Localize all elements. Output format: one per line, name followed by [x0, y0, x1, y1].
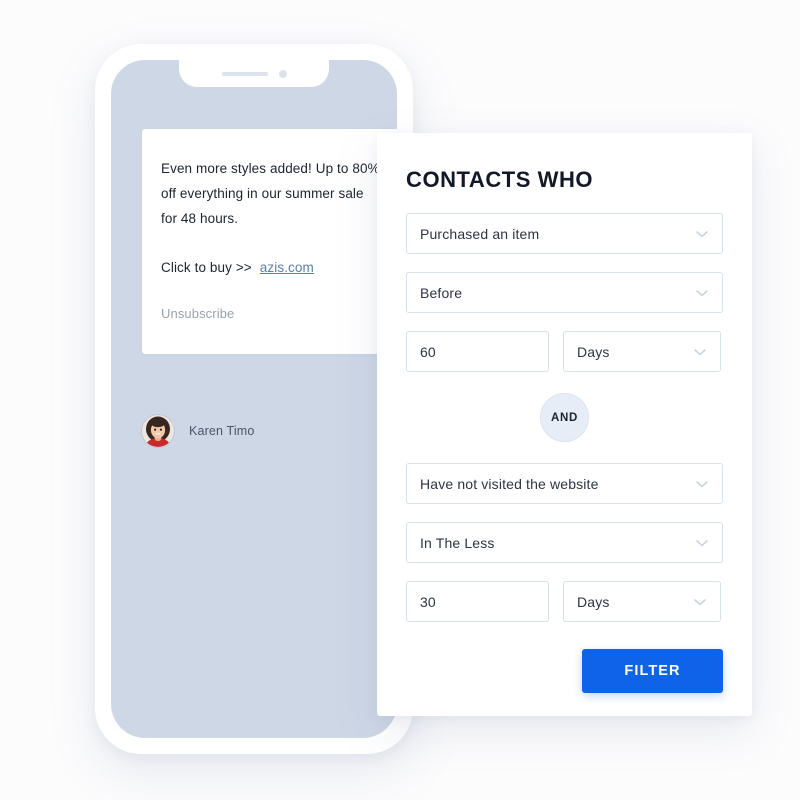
- front-camera-icon: [278, 69, 287, 78]
- condition-two-event-value: Have not visited the website: [420, 475, 599, 492]
- call-to-action: Click to buy >> azis.com: [161, 257, 397, 279]
- cta-label: Click to buy >>: [161, 260, 252, 275]
- logic-connector: AND: [406, 393, 723, 442]
- condition-one-event-value: Purchased an item: [420, 225, 540, 242]
- chevron-down-icon: [692, 344, 708, 360]
- condition-one-unit-value: Days: [577, 343, 610, 360]
- condition-two-amount-value: 30: [420, 593, 436, 610]
- cta-link[interactable]: azis.com: [260, 260, 314, 275]
- condition-one-unit-select[interactable]: Days: [563, 331, 721, 372]
- condition-one-amount-input[interactable]: 60: [406, 331, 549, 372]
- condition-one-duration-row: 60 Days: [406, 331, 723, 372]
- message-line-2: off everything in our summer sale: [161, 186, 364, 201]
- condition-two-amount-input[interactable]: 30: [406, 581, 549, 622]
- message-line-1: Even more styles added! Up to 80%: [161, 161, 380, 176]
- chevron-down-icon: [694, 476, 710, 492]
- condition-two-duration-row: 30 Days: [406, 581, 723, 622]
- avatar: [142, 415, 174, 447]
- condition-one-amount-value: 60: [420, 343, 436, 360]
- condition-two-operator-value: In The Less: [420, 534, 495, 551]
- scene: Even more styles added! Up to 80% off ev…: [0, 0, 800, 800]
- sender-name: Karen Timo: [189, 424, 255, 438]
- panel-actions: FILTER: [406, 649, 723, 693]
- message-line-3: for 48 hours.: [161, 211, 239, 226]
- unsubscribe-link[interactable]: Unsubscribe: [161, 306, 397, 321]
- sender-row: Karen Timo: [142, 415, 254, 447]
- page-title: CONTACTS WHO: [406, 167, 594, 192]
- condition-one-operator-select[interactable]: Before: [406, 272, 723, 313]
- chevron-down-icon: [694, 285, 710, 301]
- condition-two-unit-value: Days: [577, 593, 610, 610]
- phone-mockup: Even more styles added! Up to 80% off ev…: [95, 44, 413, 754]
- chevron-down-icon: [692, 594, 708, 610]
- and-badge[interactable]: AND: [540, 393, 589, 442]
- condition-one-event-select[interactable]: Purchased an item: [406, 213, 723, 254]
- filter-button[interactable]: FILTER: [582, 649, 723, 693]
- condition-two-unit-select[interactable]: Days: [563, 581, 721, 622]
- chevron-down-icon: [694, 226, 710, 242]
- speaker-grille-icon: [221, 71, 268, 76]
- condition-two-operator-select[interactable]: In The Less: [406, 522, 723, 563]
- contacts-filter-panel: CONTACTS WHO Purchased an item Before 60…: [377, 133, 752, 716]
- phone-screen: Even more styles added! Up to 80% off ev…: [111, 60, 397, 738]
- phone-notch: [179, 60, 329, 87]
- email-message-card: Even more styles added! Up to 80% off ev…: [142, 129, 397, 354]
- chevron-down-icon: [694, 535, 710, 551]
- condition-two-event-select[interactable]: Have not visited the website: [406, 463, 723, 504]
- condition-one-operator-value: Before: [420, 284, 463, 301]
